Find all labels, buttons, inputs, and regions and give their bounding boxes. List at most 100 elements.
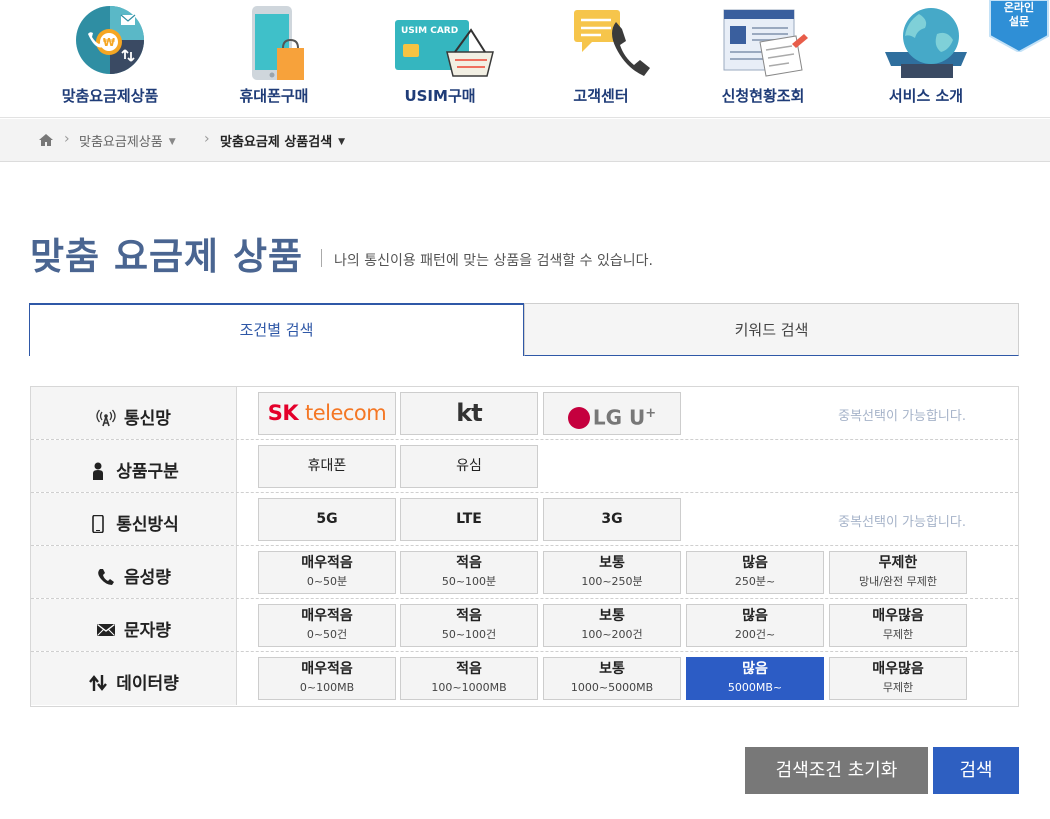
- breadcrumb-level2-label: 맞춤요금제 상품검색: [220, 135, 333, 150]
- product-option-usim[interactable]: 유심: [400, 445, 538, 488]
- carrier-option-sk[interactable]: SK telecom: [258, 392, 396, 435]
- option-range: 100~250분: [581, 575, 643, 588]
- nav-item-phone-purchase[interactable]: 휴대폰구매: [204, 0, 344, 118]
- antenna-icon: [96, 409, 116, 427]
- nav-label: 신청현황조회: [721, 87, 805, 105]
- caret-down-icon: ▼: [338, 137, 346, 147]
- data-option-high[interactable]: 많음 5000MB~: [686, 657, 824, 700]
- option-range: 무제한: [882, 628, 914, 641]
- option-label: 많음: [742, 555, 768, 571]
- sms-option-high[interactable]: 많음 200건~: [686, 604, 824, 647]
- voice-option-normal[interactable]: 보통 100~250분: [543, 551, 681, 594]
- sms-option-very-low[interactable]: 매우적음 0~50건: [258, 604, 396, 647]
- data-option-very-high[interactable]: 매우많음 무제한: [829, 657, 967, 700]
- filter-row-voice: 음성량 매우적음 0~50분 적음 50~100분 보통 100~250분 많음 250…: [31, 546, 1018, 599]
- filter-row-carrier: 통신망 SK telecom kt LG U+ 중복선택이 가능합니다.: [31, 387, 1018, 440]
- option-label: 무제한: [878, 555, 918, 571]
- option-range: 250분~: [734, 575, 776, 588]
- network-option-5g[interactable]: 5G: [258, 498, 396, 541]
- sms-option-normal[interactable]: 보통 100~200건: [543, 604, 681, 647]
- option-range: 5000MB~: [727, 681, 783, 694]
- carrier-option-kt[interactable]: kt: [400, 392, 538, 435]
- option-range: 50~100건: [441, 628, 497, 641]
- breadcrumb-level1-label: 맞춤요금제상품: [79, 135, 163, 150]
- data-option-very-low[interactable]: 매우적음 0~100MB: [258, 657, 396, 700]
- phone-handset-icon: [98, 569, 115, 585]
- voice-option-very-low[interactable]: 매우적음 0~50분: [258, 551, 396, 594]
- option-label: 보통: [599, 661, 625, 677]
- option-label: 3G: [601, 511, 623, 527]
- filter-label: 통신방식: [116, 515, 179, 535]
- network-option-lte[interactable]: LTE: [400, 498, 538, 541]
- nav-label: 휴대폰구매: [239, 87, 309, 105]
- option-label: 매우많음: [872, 608, 924, 624]
- top-navigation: ₩ 맞춤요금제상품 휴대폰구매 USIM CARD USIM구매 고객센터 신청…: [0, 0, 1050, 118]
- tab-condition-search[interactable]: 조건별 검색: [29, 303, 524, 356]
- home-icon[interactable]: [38, 132, 54, 148]
- filter-head: 문자량: [31, 599, 237, 651]
- voice-option-high[interactable]: 많음 250분~: [686, 551, 824, 594]
- sms-option-low[interactable]: 적음 50~100건: [400, 604, 538, 647]
- nav-label: 맞춤요금제상품: [61, 87, 159, 105]
- filter-row-sms: 문자량 매우적음 0~50건 적음 50~100건 보통 100~200건 많음 200…: [31, 599, 1018, 652]
- option-range: 1000~5000MB: [570, 681, 654, 694]
- option-range: 0~100MB: [299, 681, 355, 694]
- option-label: 유심: [456, 458, 482, 474]
- tab-keyword-search[interactable]: 키워드 검색: [524, 303, 1019, 356]
- option-label: 휴대폰: [307, 458, 347, 474]
- envelope-icon: [97, 623, 116, 636]
- multi-select-note: 중복선택이 가능합니다.: [838, 515, 966, 530]
- nav-item-usim-purchase[interactable]: USIM CARD USIM구매: [370, 0, 510, 118]
- option-range: 50~100분: [441, 575, 497, 588]
- option-range: 0~50분: [306, 575, 348, 588]
- option-label: 많음: [742, 661, 768, 677]
- filter-head: 음성량: [31, 546, 237, 598]
- chevron-right-icon: ›: [204, 131, 210, 147]
- filter-label: 문자량: [124, 621, 171, 641]
- filter-table: 통신망 SK telecom kt LG U+ 중복선택이 가능합니다. 상품구…: [30, 386, 1019, 707]
- search-button[interactable]: 검색: [933, 747, 1019, 794]
- sms-option-very-high[interactable]: 매우많음무제한: [829, 604, 967, 647]
- breadcrumb: › 맞춤요금제상품 ▼ › 맞춤요금제 상품검색 ▼: [0, 119, 1050, 162]
- reset-conditions-button[interactable]: 검색조건 초기화: [745, 747, 928, 794]
- carrier-option-lgu[interactable]: LG U+: [543, 392, 681, 435]
- data-option-normal[interactable]: 보통 1000~5000MB: [543, 657, 681, 700]
- breadcrumb-level2[interactable]: 맞춤요금제 상품검색 ▼: [220, 131, 345, 150]
- product-option-phone[interactable]: 휴대폰: [258, 445, 396, 488]
- option-range: 무제한: [882, 681, 914, 694]
- option-range: 100~1000MB: [431, 681, 507, 694]
- kt-logo: kt: [456, 399, 482, 427]
- voice-option-unlimited[interactable]: 무제한망내/완전 무제한: [829, 551, 967, 594]
- lg-uplus-logo: LG U+: [544, 393, 680, 439]
- nav-item-service-intro[interactable]: 서비스 소개: [856, 0, 996, 118]
- nav-item-customer-center[interactable]: 고객센터: [531, 0, 671, 118]
- option-range: 100~200건: [581, 628, 643, 641]
- up-down-arrows-icon: [89, 675, 108, 691]
- option-range: 200건~: [734, 628, 776, 641]
- option-label: 적음: [456, 555, 482, 571]
- nav-item-application-status[interactable]: 신청현황조회: [693, 0, 833, 118]
- option-label: 5G: [316, 511, 338, 527]
- option-label: 많음: [742, 608, 768, 624]
- option-label: LTE: [456, 511, 482, 527]
- plan-chart-icon: ₩: [76, 6, 144, 74]
- filter-head: 통신망: [31, 387, 237, 439]
- filter-row-product-type: 상품구분 휴대폰 유심: [31, 440, 1018, 493]
- filter-head: 상품구분: [31, 440, 237, 492]
- svg-text:₩: ₩: [103, 36, 115, 49]
- nav-item-custom-plans[interactable]: ₩ 맞춤요금제상품: [40, 0, 180, 118]
- voice-option-low[interactable]: 적음 50~100분: [400, 551, 538, 594]
- survey-line-2: 설문: [1008, 15, 1030, 28]
- filter-row-data: 데이터량 매우적음 0~100MB 적음 100~1000MB 보통 1000~500…: [31, 652, 1018, 705]
- data-option-low[interactable]: 적음 100~1000MB: [400, 657, 538, 700]
- online-survey-label[interactable]: 온라인 설문: [988, 1, 1050, 29]
- option-label: 매우적음: [301, 608, 353, 624]
- globe-tablet-icon: [885, 8, 967, 78]
- usim-card-basket-icon: USIM CARD: [395, 20, 494, 77]
- network-option-3g[interactable]: 3G: [543, 498, 681, 541]
- multi-select-note: 중복선택이 가능합니다.: [838, 409, 966, 424]
- breadcrumb-level1[interactable]: 맞춤요금제상품 ▼: [79, 131, 176, 150]
- option-range: 망내/완전 무제한: [858, 575, 938, 588]
- option-label: 적음: [456, 661, 482, 677]
- smartphone-shopping-icon: [252, 6, 304, 80]
